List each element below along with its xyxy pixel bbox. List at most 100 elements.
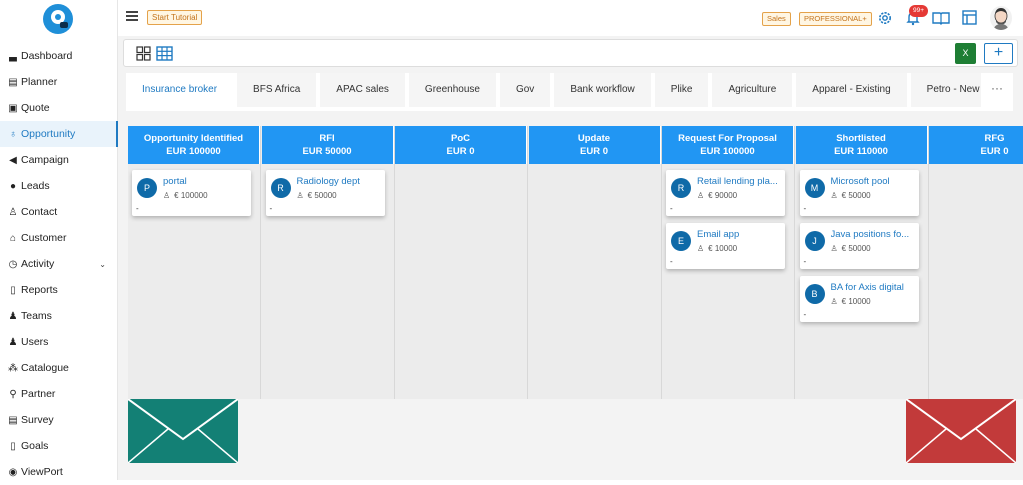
opportunity-title-link[interactable]: Microsoft pool — [831, 176, 916, 187]
sidebar-item-label: Contact — [21, 206, 58, 218]
opportunity-card[interactable]: R Retail lending pla... ♙ € 90000 - — [666, 170, 785, 216]
opportunity-card[interactable]: Pportal ♙ € 100000 - — [132, 170, 251, 216]
tab-pipeline[interactable]: APAC sales — [320, 73, 405, 107]
chevron-down-icon[interactable]: ⌄ — [99, 260, 106, 269]
opportunity-card[interactable]: B BA for Axis digital ♙ € 10000 - — [799, 276, 919, 322]
opportunity-card[interactable]: R Radiology dept ♙ € 50000 - — [265, 170, 385, 216]
card-note: - — [670, 204, 673, 213]
clock-icon: ◷ — [8, 258, 18, 270]
column-title: Opportunity Identified — [143, 133, 244, 144]
envelope-left-icon — [128, 399, 238, 463]
sidebar-nav: ▃ Dashboard ▤ Planner ▣ Quote ♁ Opportunity ◀ Cam… — [0, 43, 118, 485]
opportunity-card[interactable]: J Java positions fo... ♙ € 50000 - — [799, 223, 919, 269]
envelope-right-icon — [906, 399, 1016, 463]
sidebar-item-planner[interactable]: ▤ Planner — [0, 69, 118, 95]
value-amount: € 90000 — [708, 191, 738, 200]
column-title: PoC — [451, 133, 470, 144]
opportunity-title-link[interactable]: portal — [163, 176, 248, 187]
sidebar-item-teams[interactable]: ♟ Teams — [0, 303, 118, 329]
sidebar-item-reports[interactable]: ▯ Reports — [0, 277, 118, 303]
book-icon[interactable] — [932, 10, 950, 26]
opportunity-title-link[interactable]: Email app — [697, 229, 782, 240]
sidebar: ▃ Dashboard ▤ Planner ▣ Quote ♁ Opportunity ◀ Cam… — [0, 0, 118, 480]
card-note: - — [670, 257, 673, 266]
settings-gear-icon[interactable] — [877, 10, 893, 26]
sidebar-item-viewport[interactable]: ◉ ViewPort — [0, 459, 118, 485]
column-amount: EUR 100000 — [166, 146, 221, 157]
top-bar: Start Tutorial Sales PROFESSIONAL+ 99+ — [118, 0, 1023, 36]
notification-count-badge: 99+ — [909, 5, 929, 17]
sidebar-item-goals[interactable]: ▯ Goals — [0, 433, 118, 459]
kanban-column: Request For Proposal EUR 100000 R Retail le… — [662, 126, 795, 399]
report-icon: ▯ — [10, 284, 16, 296]
sidebar-item-survey[interactable]: ▤ Survey — [0, 407, 118, 433]
tab-pipeline[interactable]: Plike — [654, 73, 709, 107]
owner-avatar: B — [804, 284, 825, 304]
lock-icon: ▣ — [8, 102, 18, 114]
column-amount: EUR 100000 — [700, 146, 755, 157]
card-note: - — [136, 204, 139, 213]
opportunity-title-link[interactable]: BA for Axis digital — [831, 282, 916, 293]
sidebar-item-label: Campaign — [21, 154, 69, 166]
kanban-view-icon[interactable] — [136, 46, 151, 61]
person-icon: ♙ — [830, 191, 838, 200]
sidebar-item-catalogue[interactable]: ⁂ Catalogue — [0, 355, 118, 381]
tab-pipeline[interactable]: Agriculture — [712, 73, 793, 107]
sidebar-item-campaign[interactable]: ◀ Campaign — [0, 147, 118, 173]
tab-pipeline[interactable]: Apparel - Existing — [796, 73, 907, 107]
tab-pipeline[interactable]: Bank workflow — [554, 73, 651, 107]
planner-icon: ▤ — [8, 76, 18, 88]
column-amount: EUR 110000 — [834, 146, 888, 157]
opportunity-card[interactable]: E Email app ♙ € 10000 - — [666, 223, 785, 269]
catalogue-icon: ⁂ — [8, 362, 18, 374]
sidebar-item-opportunity[interactable]: ♁ Opportunity — [0, 121, 118, 147]
sidebar-item-customer[interactable]: ⌂ Customer — [0, 225, 118, 251]
tab-pipeline[interactable]: Greenhouse — [408, 73, 496, 107]
column-title: Request For Proposal — [678, 133, 777, 144]
add-opportunity-button[interactable]: + — [984, 43, 1013, 64]
start-tutorial-button[interactable]: Start Tutorial — [147, 10, 203, 25]
app-logo[interactable] — [43, 4, 73, 34]
column-amount: EUR 50000 — [302, 146, 352, 157]
question-circle-icon: ● — [9, 180, 17, 192]
opportunity-title-link[interactable]: Retail lending pla... — [697, 176, 782, 187]
view-toolbar: X + — [123, 39, 1018, 67]
opportunity-value: ♙ € 50000 — [831, 191, 871, 200]
sidebar-item-contact[interactable]: ♙ Contact — [0, 199, 118, 225]
sidebar-item-dashboard[interactable]: ▃ Dashboard — [0, 43, 118, 69]
sidebar-item-label: Leads — [21, 180, 50, 192]
column-header: Opportunity Identified EUR 100000 — [128, 126, 260, 164]
value-amount: € 100000 — [174, 191, 208, 200]
card-note: - — [803, 310, 807, 319]
table-view-icon[interactable] — [156, 46, 173, 61]
column-title: RFG — [984, 133, 1005, 144]
export-excel-button[interactable]: X — [955, 43, 976, 64]
column-title: Shortlisted — [836, 133, 886, 144]
sidebar-item-label: Users — [21, 336, 49, 348]
opportunity-card[interactable]: M Microsoft pool ♙ € 50000 - — [799, 170, 919, 216]
sidebar-item-label: Survey — [21, 414, 54, 426]
eye-icon: ◉ — [8, 466, 18, 478]
sidebar-item-partner[interactable]: ⚲ Partner — [0, 381, 118, 407]
column-header: Update EUR 0 — [528, 126, 661, 164]
tab-pipeline[interactable]: Gov — [499, 73, 551, 107]
owner-avatar: J — [804, 231, 825, 251]
sidebar-item-leads[interactable]: ● Leads — [0, 173, 118, 199]
partner-icon: ⚲ — [9, 388, 17, 400]
menu-toggle-icon[interactable] — [126, 11, 138, 21]
opportunity-title-link[interactable]: Java positions fo... — [831, 229, 916, 240]
sidebar-item-activity[interactable]: ◷ Activity ⌄ — [0, 251, 118, 277]
kanban-column: Shortlisted EUR 110000 M Microsoft pool ♙ € 5… — [795, 126, 929, 399]
tab-pipeline[interactable]: Insurance broker — [126, 73, 234, 107]
layout-panel-icon[interactable] — [962, 10, 977, 25]
value-amount: € 50000 — [307, 191, 337, 200]
owner-avatar: P — [137, 178, 157, 198]
opportunity-title-link[interactable]: Radiology dept — [297, 176, 382, 187]
tab-pipeline[interactable]: BFS Africa — [237, 73, 317, 107]
more-tabs-button[interactable]: ··· — [981, 73, 1013, 107]
user-avatar[interactable] — [990, 6, 1012, 30]
person-icon: ♙ — [830, 244, 838, 253]
sidebar-item-quote[interactable]: ▣ Quote — [0, 95, 118, 121]
column-amount: EUR 0 — [980, 146, 1009, 157]
sidebar-item-users[interactable]: ♟ Users — [0, 329, 118, 355]
